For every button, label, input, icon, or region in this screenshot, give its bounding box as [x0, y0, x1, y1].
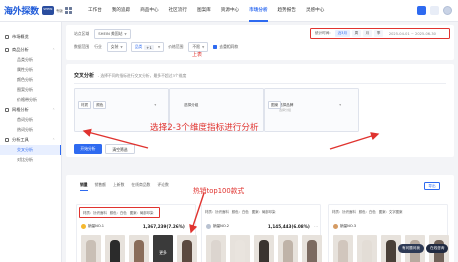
annotation-arrow-left-icon: [82, 128, 380, 234]
online-consult-button[interactable]: 在线咨询: [426, 244, 449, 253]
ask-me-button[interactable]: 有问题问我: [398, 244, 424, 253]
